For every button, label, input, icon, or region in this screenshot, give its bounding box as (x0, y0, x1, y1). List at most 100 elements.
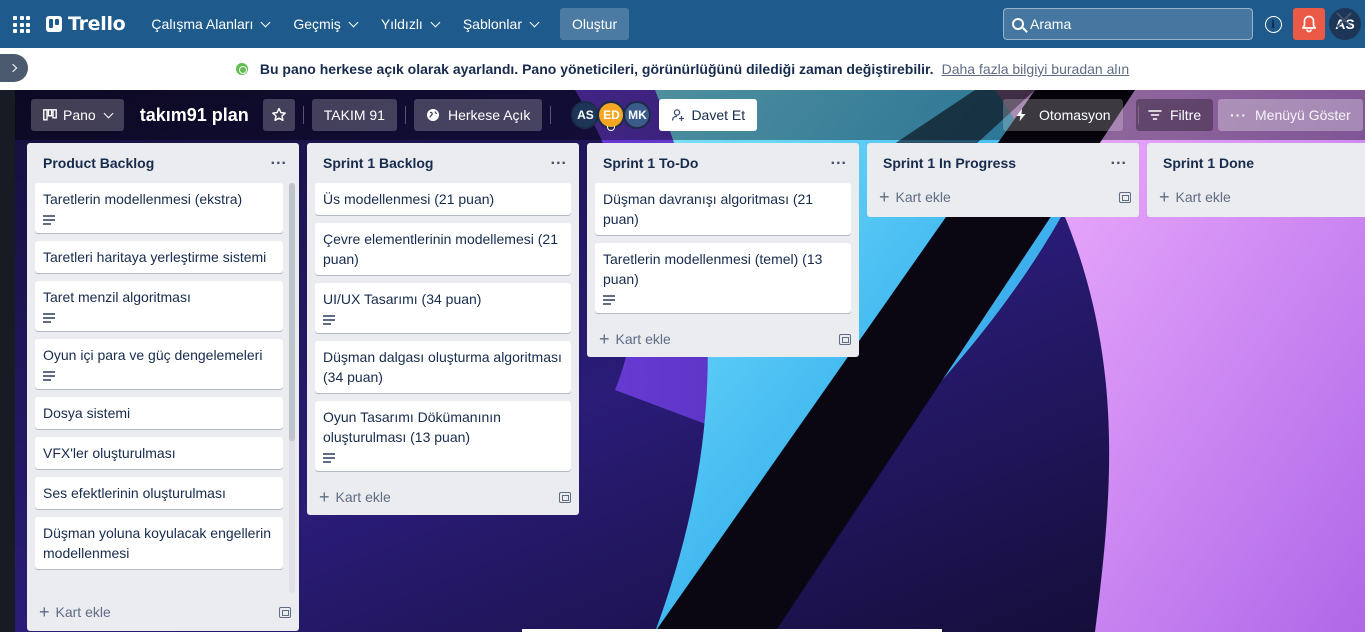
add-card-button[interactable]: + Kart ekle (1159, 188, 1231, 206)
list-menu-icon[interactable]: ... (1111, 152, 1127, 171)
add-card-button[interactable]: + Kart ekle (39, 602, 111, 622)
member-avatar[interactable]: ED (597, 101, 626, 131)
app-switcher-icon[interactable] (10, 13, 32, 35)
close-icon[interactable] (1334, 10, 1354, 30)
card[interactable]: Taretlerin modellenmesi (temel) (13 puan… (595, 243, 851, 313)
description-icon (323, 453, 335, 463)
card[interactable]: VFX'ler oluşturulması (35, 437, 283, 469)
bell-icon (1301, 15, 1317, 33)
menu-recent[interactable]: Geçmiş (283, 8, 366, 40)
card-title: Çevre elementlerinin modellemesi (21 pua… (323, 231, 558, 267)
list-header[interactable]: Product Backlog ... (27, 143, 299, 183)
list-title[interactable]: Product Backlog (43, 155, 154, 171)
visibility-button[interactable]: Herkese Açık (413, 99, 543, 131)
add-card-label: Kart ekle (615, 331, 671, 347)
member-avatar[interactable]: MK (623, 101, 652, 129)
plus-icon: + (39, 602, 50, 622)
board-view-switcher[interactable]: Pano (31, 99, 124, 131)
list-scrollbar[interactable] (289, 183, 295, 593)
menu-starred[interactable]: Yıldızlı (371, 8, 449, 40)
chevron-down-icon (103, 108, 114, 118)
list-menu-icon[interactable]: ... (831, 152, 847, 171)
card[interactable]: Düşman davranışı algoritması (21 puan) (595, 183, 851, 235)
list-menu-icon[interactable]: ... (551, 152, 567, 171)
add-card-label: Kart ekle (1175, 189, 1231, 205)
card-template-icon[interactable] (279, 606, 291, 618)
chevron-down-icon (348, 17, 359, 27)
sidebar-collapsed (0, 90, 15, 632)
card-title: Taretlerin modellenmesi (temel) (13 puan… (603, 251, 823, 287)
chevron-down-icon (430, 17, 441, 27)
card[interactable]: Çevre elementlerinin modellemesi (21 pua… (315, 223, 571, 275)
list-sprint-1-done: Sprint 1 Done + Kart ekle (1147, 143, 1365, 217)
menu-starred-label: Yıldızlı (380, 16, 423, 32)
card-template-icon[interactable] (839, 333, 851, 345)
notice-learn-more-link[interactable]: Daha fazla bilgiyi buradan alın (942, 61, 1130, 77)
trello-logo-icon (46, 16, 62, 32)
card-title: Oyun içi para ve güç dengelemeleri (43, 347, 263, 363)
add-card-button[interactable]: + Kart ekle (599, 329, 671, 349)
card[interactable]: Taretlerin modellenmesi (ekstra) (35, 183, 283, 233)
card-title: Oyun Tasarımı Dökümanının oluşturulması … (323, 409, 501, 445)
list-title[interactable]: Sprint 1 Done (1163, 155, 1254, 171)
card[interactable]: Ses efektlerinin oluşturulması (35, 477, 283, 509)
list-header[interactable]: Sprint 1 Done (1147, 143, 1365, 183)
divider (550, 106, 552, 124)
description-icon (43, 215, 55, 225)
card-title: Taretleri haritaya yerleştirme sistemi (43, 249, 267, 265)
member-avatar[interactable]: AS (571, 101, 600, 129)
search-input[interactable] (1030, 16, 1230, 32)
info-button[interactable]: i (1262, 13, 1284, 35)
card-title: Düşman dalgası oluşturma algoritması (34… (323, 349, 562, 385)
card[interactable]: Oyun içi para ve güç dengelemeleri (35, 339, 283, 389)
board-title[interactable]: takım91 plan (140, 105, 249, 126)
list-cards: Taretlerin modellenmesi (ekstra) Taretle… (27, 183, 299, 593)
card-template-icon[interactable] (1119, 191, 1131, 203)
list-sprint-1-todo: Sprint 1 To-Do ... Düşman davranışı algo… (587, 143, 859, 357)
description-icon (43, 371, 55, 381)
show-menu-button[interactable]: ··· Menüyü Göster (1218, 99, 1363, 131)
card[interactable]: Üs modellenmesi (21 puan) (315, 183, 571, 215)
star-button[interactable] (262, 99, 295, 131)
automation-button[interactable]: Otomasyon (1003, 99, 1123, 131)
invite-button[interactable]: Davet Et (659, 99, 758, 131)
list-header[interactable]: Sprint 1 Backlog ... (307, 143, 579, 183)
create-button[interactable]: Oluştur (559, 8, 630, 40)
list-menu-icon[interactable]: ... (271, 152, 287, 171)
visibility-notice-banner: Bu pano herkese açık olarak ayarlandı. P… (0, 48, 1365, 90)
card[interactable]: UI/UX Tasarımı (34 puan) (315, 283, 571, 333)
card[interactable]: Taretleri haritaya yerleştirme sistemi (35, 241, 283, 273)
card-title: Taret menzil algoritması (43, 289, 191, 305)
card[interactable]: Düşman yoluna koyulacak engellerin model… (35, 517, 283, 569)
workspace-button[interactable]: TAKIM 91 (311, 99, 397, 131)
trello-logo[interactable]: Trello (46, 13, 126, 35)
sidebar-expand-button[interactable] (0, 54, 28, 82)
filter-button[interactable]: Filtre (1136, 99, 1214, 131)
plus-icon: + (599, 329, 610, 349)
add-member-icon (672, 109, 685, 121)
list-header[interactable]: Sprint 1 In Progress ... (867, 143, 1139, 183)
list-title[interactable]: Sprint 1 To-Do (603, 155, 698, 171)
card[interactable]: Dosya sistemi (35, 397, 283, 429)
card[interactable]: Taret menzil algoritması (35, 281, 283, 331)
add-card-button[interactable]: + Kart ekle (319, 488, 391, 506)
list-header[interactable]: Sprint 1 To-Do ... (587, 143, 859, 183)
menu-workspaces[interactable]: Çalışma Alanları (141, 8, 279, 40)
notifications-button[interactable] (1293, 8, 1325, 40)
card-title: Ses efektlerinin oluşturulması (43, 485, 226, 501)
menu-templates[interactable]: Şablonlar (453, 8, 548, 40)
card[interactable]: Oyun Tasarımı Dökümanının oluşturulması … (315, 401, 571, 471)
card-title: Düşman davranışı algoritması (21 puan) (603, 191, 814, 227)
list-title[interactable]: Sprint 1 Backlog (323, 155, 433, 171)
chevron-down-icon (260, 17, 271, 27)
list-sprint-1-in-progress: Sprint 1 In Progress ... + Kart ekle (867, 143, 1139, 217)
card[interactable]: Düşman dalgası oluşturma algoritması (34… (315, 341, 571, 393)
add-card-label: Kart ekle (895, 189, 951, 205)
search-box[interactable] (1003, 8, 1253, 40)
add-card-button[interactable]: + Kart ekle (879, 188, 951, 206)
add-card-row: + Kart ekle (307, 479, 579, 515)
scrollbar-thumb[interactable] (289, 183, 295, 441)
card-template-icon[interactable] (559, 491, 571, 503)
list-title[interactable]: Sprint 1 In Progress (883, 155, 1016, 171)
add-card-label: Kart ekle (55, 604, 111, 620)
